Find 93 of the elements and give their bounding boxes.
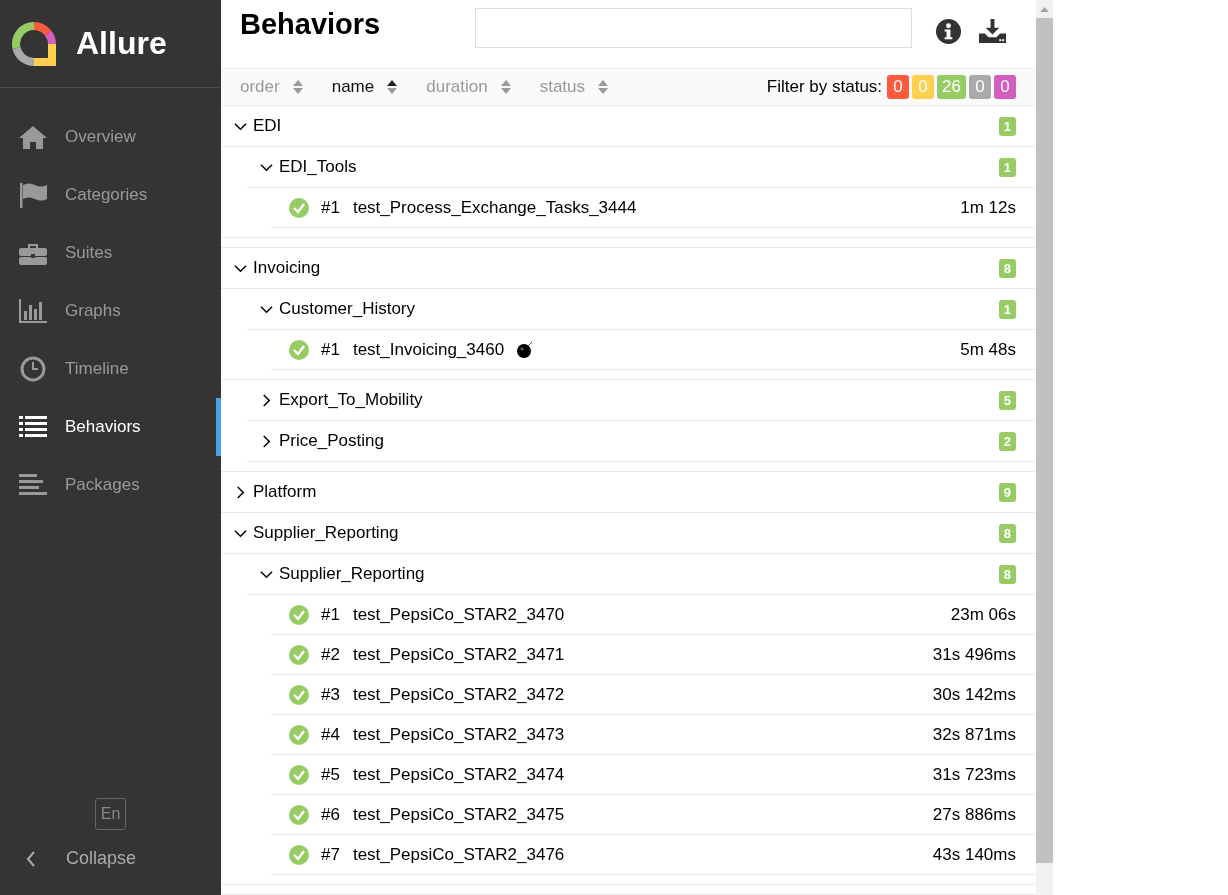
group-row[interactable]: Platform 9 xyxy=(221,472,1036,513)
brand-name: Allure xyxy=(76,25,167,62)
group-name: Export_To_Mobility xyxy=(279,390,423,410)
scrollbar-thumb[interactable] xyxy=(1036,18,1053,863)
language-button[interactable]: En xyxy=(94,798,127,830)
allure-logo-icon xyxy=(12,21,56,66)
test-number: #1 xyxy=(321,339,340,360)
nav-item[interactable]: Suites xyxy=(0,224,221,282)
test-row[interactable]: #1 test_PepsiCo_STAR2_3470 23m 06s xyxy=(271,595,1036,635)
test-number: #6 xyxy=(321,804,340,825)
test-duration: 1m 12s xyxy=(960,197,1016,218)
group-name: EDI xyxy=(253,116,282,136)
info-icon[interactable] xyxy=(935,18,962,45)
scroll-up-icon[interactable] xyxy=(1040,7,1049,12)
home-icon xyxy=(18,124,48,150)
nav-item[interactable]: Overview xyxy=(0,108,221,166)
page-title: Behaviors xyxy=(240,8,382,41)
nav-item[interactable]: Categories xyxy=(0,166,221,224)
test-duration: 5m 48s xyxy=(960,339,1016,360)
test-number: #4 xyxy=(321,724,340,745)
group-row[interactable]: Export_To_Mobility 5 xyxy=(247,380,1036,421)
group-row[interactable]: EDI_Tools 1 xyxy=(247,147,1036,188)
test-duration: 31s 496ms xyxy=(932,644,1016,665)
test-row[interactable]: #6 test_PepsiCo_STAR2_3475 27s 886ms xyxy=(271,795,1036,835)
test-duration: 31s 723ms xyxy=(932,764,1016,785)
test-duration: 30s 142ms xyxy=(932,684,1016,705)
test-number: #1 xyxy=(321,604,340,625)
bars-icon xyxy=(18,472,48,498)
bar-chart-icon xyxy=(18,298,48,324)
nav-item[interactable]: Packages xyxy=(0,456,221,514)
group-row[interactable]: Invoicing 8 xyxy=(221,248,1036,289)
count-badge: 1 xyxy=(998,116,1016,136)
sort-icon xyxy=(597,79,609,95)
download-icon[interactable] xyxy=(979,18,1006,45)
nav-item[interactable]: Behaviors xyxy=(0,398,221,456)
group-row[interactable]: Price_Posting 2 xyxy=(247,421,1036,462)
filter-label: Filter by status: xyxy=(766,77,883,97)
test-number: #1 xyxy=(321,197,340,218)
test-name: test_PepsiCo_STAR2_3476 xyxy=(352,844,565,865)
test-name: test_PepsiCo_STAR2_3473 xyxy=(352,724,565,745)
group-row[interactable]: Supplier_Reporting 8 xyxy=(247,554,1036,595)
group-row[interactable]: Customer_History 1 xyxy=(247,289,1036,330)
test-row[interactable]: #3 test_PepsiCo_STAR2_3472 30s 142ms xyxy=(271,675,1036,715)
test-number: #5 xyxy=(321,764,340,785)
list-icon xyxy=(18,414,48,440)
count-badge: 8 xyxy=(998,523,1016,543)
count-badge: 8 xyxy=(998,564,1016,584)
count-badge: 5 xyxy=(998,390,1016,410)
group-name: Supplier_Reporting xyxy=(253,523,399,543)
sort-icon xyxy=(499,79,512,95)
test-name: test_Process_Exchange_Tasks_3444 xyxy=(352,197,637,218)
group-name: Invoicing xyxy=(253,258,321,278)
test-duration: 27s 886ms xyxy=(932,804,1016,825)
test-name: test_PepsiCo_STAR2_3474 xyxy=(352,764,565,785)
test-row[interactable]: #1 test_Process_Exchange_Tasks_3444 1m 12s xyxy=(271,188,1036,228)
count-badge: 9 xyxy=(998,482,1016,502)
clock-icon xyxy=(18,356,48,382)
group-name: Platform xyxy=(253,482,317,502)
test-number: #3 xyxy=(321,684,340,705)
group-row[interactable]: Supplier_Reporting 8 xyxy=(221,513,1036,554)
test-duration: 23m 06s xyxy=(950,604,1016,625)
nav-item[interactable]: Timeline xyxy=(0,340,221,398)
sort-icon xyxy=(291,79,304,95)
nav-item[interactable]: Graphs xyxy=(0,282,221,340)
sort-icon xyxy=(386,79,399,95)
sort-button[interactable]: name xyxy=(331,77,399,97)
test-duration: 43s 140ms xyxy=(932,844,1016,865)
test-name: test_PepsiCo_STAR2_3475 xyxy=(352,804,565,825)
test-name: test_PepsiCo_STAR2_3472 xyxy=(352,684,565,705)
group-name: Price_Posting xyxy=(279,431,384,451)
group-name: Supplier_Reporting xyxy=(279,564,425,584)
flag-icon xyxy=(18,182,48,208)
search-field[interactable] xyxy=(475,8,912,48)
test-number: #2 xyxy=(321,644,340,665)
test-row[interactable]: #4 test_PepsiCo_STAR2_3473 32s 871ms xyxy=(271,715,1036,755)
test-row[interactable]: #2 test_PepsiCo_STAR2_3471 31s 496ms xyxy=(271,635,1036,675)
test-name: test_PepsiCo_STAR2_3470 xyxy=(352,604,565,625)
count-badge: 8 xyxy=(998,258,1016,278)
collapse-button[interactable]: Collapse xyxy=(0,848,137,869)
count-badge: 1 xyxy=(998,299,1016,319)
test-duration: 32s 871ms xyxy=(932,724,1016,745)
test-row[interactable]: #1 test_Invoicing_3460 5m 48s xyxy=(271,330,1036,370)
group-name: EDI_Tools xyxy=(279,157,357,177)
count-badge: 2 xyxy=(998,431,1016,451)
count-badge: 1 xyxy=(998,157,1016,177)
test-row[interactable]: #7 test_PepsiCo_STAR2_3476 43s 140ms xyxy=(271,835,1036,875)
test-number: #7 xyxy=(321,844,340,865)
test-name: test_PepsiCo_STAR2_3471 xyxy=(352,644,565,665)
group-row[interactable]: EDI 1 xyxy=(221,106,1036,147)
group-name: Customer_History xyxy=(279,299,416,319)
test-row[interactable]: #5 test_PepsiCo_STAR2_3474 31s 723ms xyxy=(271,755,1036,795)
test-name: test_Invoicing_3460 xyxy=(352,339,505,360)
chevron-left-icon xyxy=(26,850,36,867)
